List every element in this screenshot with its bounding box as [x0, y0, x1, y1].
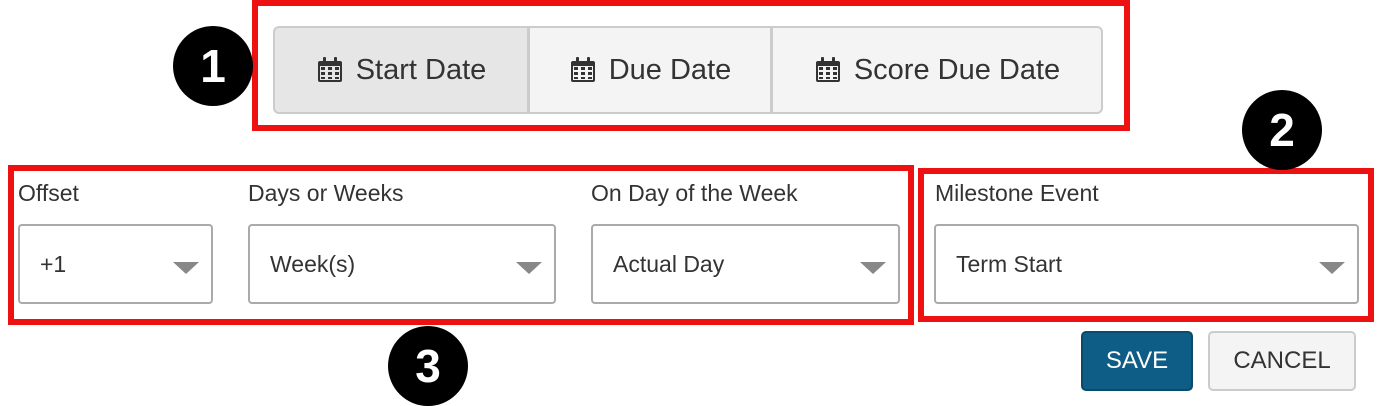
on-day-of-week-select[interactable]: Actual Day: [591, 224, 900, 304]
days-or-weeks-value: Week(s): [270, 250, 356, 277]
callout-badge-1: 1: [173, 26, 253, 106]
offset-select[interactable]: +1: [18, 224, 213, 304]
due-date-label: Due Date: [608, 53, 732, 86]
score-due-date-button[interactable]: Score Due Date: [771, 26, 1103, 114]
milestone-event-select[interactable]: Term Start: [934, 224, 1359, 304]
calendar-icon: [570, 57, 595, 82]
date-type-button-group: Start Date Due Date Score Due Date: [273, 26, 1103, 114]
due-date-button[interactable]: Due Date: [528, 26, 772, 114]
offset-label: Offset: [18, 180, 79, 206]
on-day-of-week-label: On Day of the Week: [591, 180, 798, 206]
days-or-weeks-label: Days or Weeks: [248, 180, 404, 206]
caret-down-icon: [516, 262, 542, 274]
days-or-weeks-select[interactable]: Week(s): [248, 224, 556, 304]
start-date-label: Start Date: [355, 53, 487, 86]
save-button[interactable]: SAVE: [1081, 331, 1193, 391]
calendar-icon: [815, 57, 840, 82]
offset-value: +1: [40, 250, 67, 277]
milestone-date-editor: 1 2 3 Start Date Due Date Score Due Date…: [0, 0, 1378, 406]
calendar-icon: [317, 57, 342, 82]
caret-down-icon: [860, 262, 886, 274]
on-day-of-week-value: Actual Day: [613, 250, 725, 277]
caret-down-icon: [173, 262, 199, 274]
milestone-event-label: Milestone Event: [935, 180, 1099, 206]
cancel-button[interactable]: CANCEL: [1208, 331, 1356, 391]
milestone-event-value: Term Start: [956, 250, 1063, 277]
start-date-button[interactable]: Start Date: [273, 26, 529, 114]
score-due-date-label: Score Due Date: [853, 53, 1061, 86]
caret-down-icon: [1319, 262, 1345, 274]
callout-badge-3: 3: [388, 326, 468, 406]
callout-badge-2: 2: [1242, 90, 1322, 170]
